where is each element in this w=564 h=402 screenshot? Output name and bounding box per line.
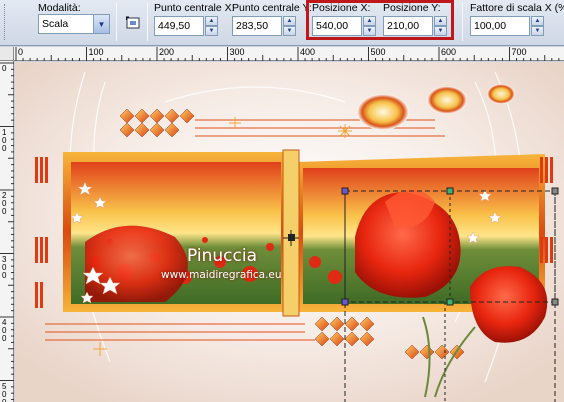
center-x-input[interactable]: 449,50 bbox=[154, 16, 204, 36]
tool-options-toolbar: Modalità: Scala ▼ Punto centrale X: 449,… bbox=[0, 0, 564, 46]
ruler-top-label: 500 bbox=[370, 47, 386, 57]
center-y-input[interactable]: 283,50 bbox=[232, 16, 282, 36]
highlight-annotation-box bbox=[306, 0, 454, 40]
ruler-top-label: 100 bbox=[88, 47, 104, 57]
mode-select[interactable]: Scala ▼ bbox=[38, 14, 110, 34]
chevron-down-icon[interactable]: ▼ bbox=[93, 15, 109, 33]
ruler-top-label: 0 bbox=[18, 47, 24, 57]
ruler-left-label: 4 0 0 bbox=[2, 318, 7, 343]
ruler-left-label: 1 0 0 bbox=[2, 127, 7, 153]
vertical-ruler-ticks bbox=[0, 62, 14, 401]
toolbar-grip[interactable] bbox=[4, 4, 6, 40]
ruler-top-label: 200 bbox=[159, 47, 175, 57]
toolbar-separator bbox=[147, 3, 148, 41]
scale-x-label: Fattore di scala X (%): bbox=[470, 2, 564, 14]
image-canvas[interactable]: Pinuccia www.maidiregrafica.eu bbox=[15, 62, 564, 402]
ruler-top-label: 400 bbox=[300, 47, 316, 57]
scale-x-up-button[interactable]: ▲ bbox=[531, 16, 544, 26]
transform-options-icon[interactable] bbox=[125, 16, 142, 30]
vertical-ruler[interactable]: 0 1 0 0 2 0 0 3 0 0 4 0 0 5 0 0 bbox=[0, 61, 14, 402]
center-x-down-button[interactable]: ▼ bbox=[205, 26, 218, 36]
canvas-artwork bbox=[15, 62, 564, 402]
mode-label: Modalità: bbox=[38, 2, 81, 14]
center-x-label: Punto centrale X: bbox=[154, 2, 235, 14]
toolbar-separator bbox=[116, 3, 117, 41]
scale-x-input[interactable]: 100,00 bbox=[470, 16, 530, 36]
toolbar-separator bbox=[462, 3, 463, 41]
watermark-url: www.maidiregrafica.eu bbox=[161, 269, 282, 281]
center-x-field-group: Punto centrale X: 449,50 ▲ ▼ bbox=[154, 2, 235, 36]
ruler-top-label: 700 bbox=[511, 47, 527, 57]
center-y-down-button[interactable]: ▼ bbox=[283, 26, 296, 36]
ruler-top-label: 300 bbox=[229, 47, 245, 57]
horizontal-ruler[interactable]: 0 100 200 300 400 500 600 700 bbox=[14, 47, 564, 61]
center-y-up-button[interactable]: ▲ bbox=[283, 16, 296, 26]
scale-x-down-button[interactable]: ▼ bbox=[531, 26, 544, 36]
ruler-left-label: 5 0 0 bbox=[2, 381, 7, 402]
ruler-top-label: 600 bbox=[441, 47, 457, 57]
mode-field-group: Modalità: Scala ▼ bbox=[38, 2, 110, 34]
center-y-field-group: Punto centrale Y: 283,50 ▲ ▼ bbox=[232, 2, 312, 36]
watermark-title: Pinuccia bbox=[187, 246, 257, 266]
center-x-up-button[interactable]: ▲ bbox=[205, 16, 218, 26]
scale-x-field-group: Fattore di scala X (%): 100,00 ▲ ▼ bbox=[470, 2, 564, 36]
center-y-label: Punto centrale Y: bbox=[232, 2, 312, 14]
ruler-corner bbox=[0, 47, 14, 61]
mode-select-value: Scala bbox=[42, 18, 69, 30]
ruler-left-label: 0 bbox=[2, 64, 7, 73]
ruler-left-label: 3 0 0 bbox=[2, 254, 7, 280]
ruler-left-label: 2 0 0 bbox=[2, 191, 7, 216]
